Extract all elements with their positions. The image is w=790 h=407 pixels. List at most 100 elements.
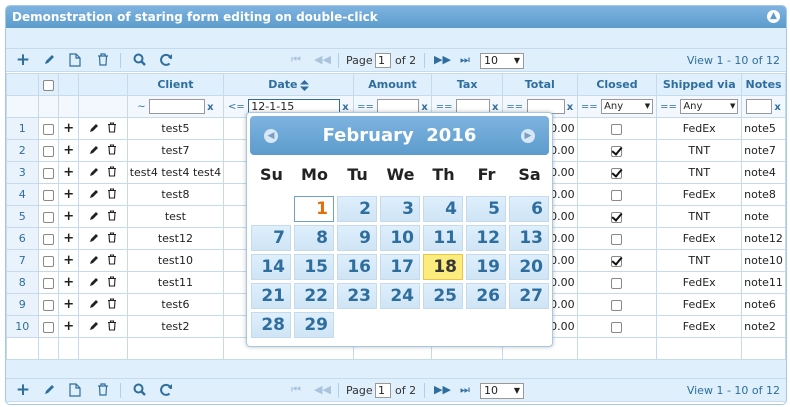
closed-cell[interactable] (576, 249, 658, 272)
client-cell[interactable]: test7 (126, 139, 225, 162)
shipped-cell[interactable]: FedEx (656, 271, 743, 294)
search-icon[interactable] (130, 382, 148, 398)
closed-cell[interactable] (576, 139, 658, 162)
row-trash-icon[interactable] (107, 209, 117, 224)
calendar-day[interactable]: 26 (466, 283, 506, 309)
shipped-filter-select[interactable]: Any ▼ (680, 99, 739, 114)
notes-cell[interactable]: note11 (741, 271, 786, 294)
row-add-icon[interactable]: + (58, 271, 80, 294)
amount-filter-clear[interactable]: x (421, 102, 427, 113)
row-trash-icon[interactable] (107, 187, 117, 202)
shipped-cell[interactable]: FedEx (656, 117, 743, 140)
closed-checkbox[interactable] (611, 233, 623, 245)
row-edit-icon[interactable] (89, 167, 100, 180)
row-add-icon[interactable]: + (58, 249, 80, 272)
next-page-icon[interactable]: ▶▶ (434, 52, 451, 68)
row-edit-icon[interactable] (89, 255, 100, 268)
total-filter-op[interactable]: == (506, 102, 523, 113)
date-filter-op[interactable]: <= (228, 102, 245, 113)
row-trash-icon[interactable] (107, 297, 117, 312)
closed-checkbox[interactable] (611, 189, 623, 201)
edit-icon[interactable] (40, 382, 58, 398)
calendar-day[interactable]: 15 (294, 254, 334, 280)
calendar-day[interactable]: 28 (251, 312, 291, 338)
shipped-cell[interactable]: FedEx (656, 183, 743, 206)
row-edit-icon[interactable] (89, 123, 100, 136)
total-filter-clear[interactable]: x (567, 102, 573, 113)
row-add-icon[interactable]: + (58, 205, 80, 228)
row-checkbox[interactable] (37, 139, 60, 162)
calendar-day[interactable]: 8 (294, 225, 334, 251)
last-page-icon[interactable]: ⏭ (460, 52, 470, 68)
shipped-cell[interactable]: TNT (656, 139, 743, 162)
row-checkbox[interactable] (37, 293, 60, 316)
row-trash-icon[interactable] (107, 319, 117, 334)
collapse-icon[interactable]: ▲ (767, 10, 780, 23)
client-cell[interactable]: test2 (126, 315, 225, 338)
row-edit-icon[interactable] (89, 145, 100, 158)
prev-page-icon[interactable]: ◀◀ (314, 382, 331, 398)
rows-per-page-select[interactable]: 10 ▼ (480, 383, 524, 399)
tax-filter-op[interactable]: == (436, 102, 453, 113)
prev-page-icon[interactable]: ◀◀ (314, 52, 331, 68)
calendar-day[interactable]: 11 (423, 225, 463, 251)
first-page-icon[interactable]: ⏮ (291, 52, 301, 68)
client-cell[interactable]: test6 (126, 293, 225, 316)
closed-checkbox[interactable] (611, 123, 623, 135)
row-add-icon[interactable]: + (58, 315, 80, 338)
row-checkbox[interactable] (37, 271, 60, 294)
refresh-icon[interactable] (157, 382, 175, 398)
closed-checkbox[interactable] (611, 299, 623, 311)
row-checkbox[interactable] (37, 249, 60, 272)
row-trash-icon[interactable] (107, 275, 117, 290)
page-input[interactable]: 1 (375, 53, 391, 68)
closed-cell[interactable] (576, 183, 658, 206)
client-cell[interactable]: test5 (126, 117, 225, 140)
shipped-cell[interactable]: TNT (656, 205, 743, 228)
closed-cell[interactable] (576, 293, 658, 316)
column-client[interactable]: Client (126, 73, 225, 96)
row-edit-icon[interactable] (89, 211, 100, 224)
calendar-day[interactable]: 16 (337, 254, 377, 280)
row-add-icon[interactable]: + (58, 117, 80, 140)
row-add-icon[interactable]: + (58, 183, 80, 206)
tax-filter-clear[interactable]: x (492, 102, 498, 113)
row-edit-icon[interactable] (89, 277, 100, 290)
calendar-day[interactable]: 4 (423, 196, 463, 222)
shipped-cell[interactable]: TNT (656, 161, 743, 184)
row-edit-icon[interactable] (89, 299, 100, 312)
row-add-icon[interactable]: + (58, 161, 80, 184)
column-closed[interactable]: Closed (576, 73, 658, 96)
notes-cell[interactable]: note7 (741, 139, 786, 162)
row-trash-icon[interactable] (107, 253, 117, 268)
row-checkbox[interactable] (37, 183, 60, 206)
notes-cell[interactable]: note2 (741, 315, 786, 338)
notes-cell[interactable]: note5 (741, 117, 786, 140)
client-cell[interactable]: test10 (126, 249, 225, 272)
closed-cell[interactable] (576, 271, 658, 294)
closed-checkbox[interactable] (611, 255, 623, 267)
column-date[interactable]: Date (223, 73, 354, 96)
row-trash-icon[interactable] (107, 231, 117, 246)
calendar-day[interactable]: 5 (466, 196, 506, 222)
notes-cell[interactable]: note (741, 205, 786, 228)
client-filter-clear[interactable]: x (207, 102, 213, 113)
row-checkbox[interactable] (37, 227, 60, 250)
calendar-day[interactable]: 17 (380, 254, 420, 280)
closed-cell[interactable] (576, 117, 658, 140)
client-cell[interactable]: test11 (126, 271, 225, 294)
calendar-day[interactable]: 7 (251, 225, 291, 251)
closed-checkbox[interactable] (611, 277, 623, 289)
next-page-icon[interactable]: ▶▶ (434, 382, 451, 398)
calendar-day[interactable]: 14 (251, 254, 291, 280)
shipped-cell[interactable]: FedEx (656, 227, 743, 250)
closed-cell[interactable] (576, 315, 658, 338)
last-page-icon[interactable]: ⏭ (460, 382, 470, 398)
shipped-cell[interactable]: TNT (656, 249, 743, 272)
calendar-day[interactable]: 2 (337, 196, 377, 222)
calendar-day[interactable]: 24 (380, 283, 420, 309)
first-page-icon[interactable]: ⏮ (291, 382, 301, 398)
row-add-icon[interactable]: + (58, 293, 80, 316)
calendar-day[interactable]: 6 (509, 196, 549, 222)
client-filter-op[interactable]: ~ (137, 102, 145, 113)
